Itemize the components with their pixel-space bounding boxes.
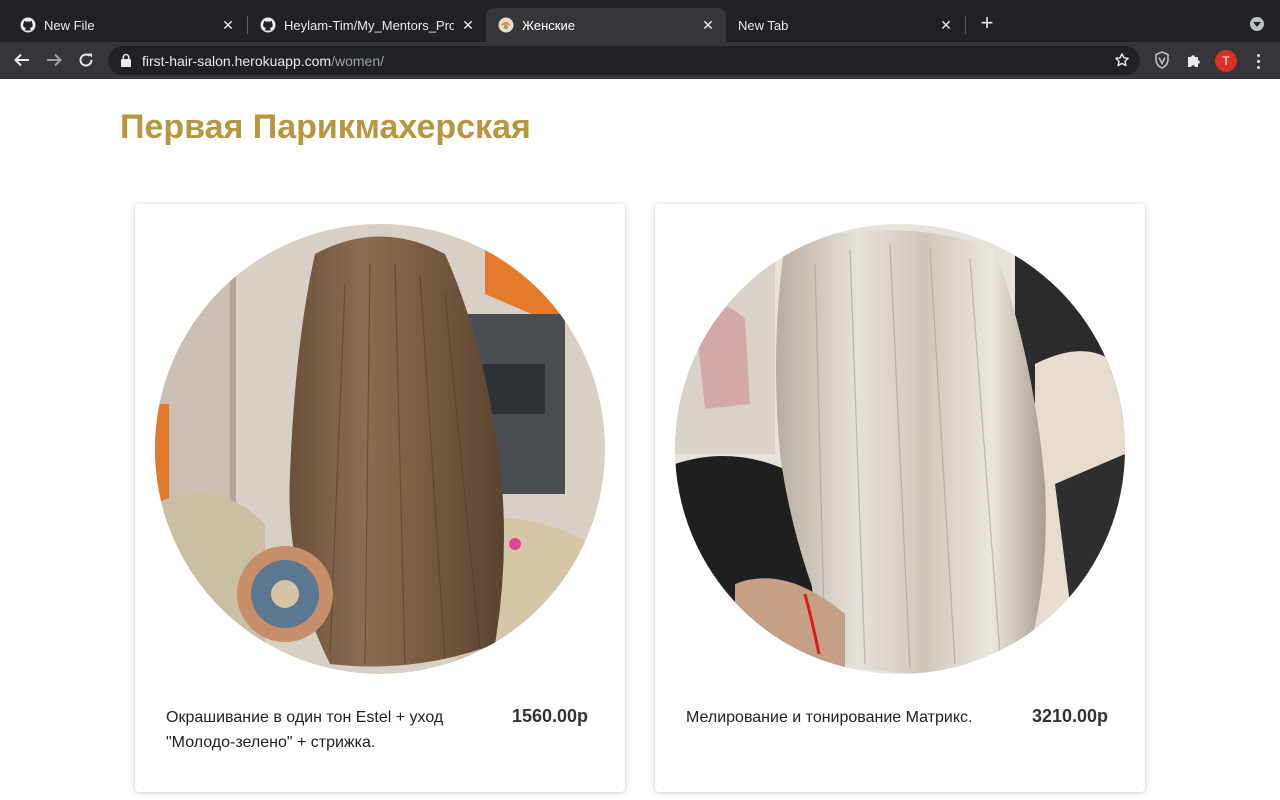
url-path: /women/ xyxy=(331,53,385,69)
back-arrow-icon xyxy=(14,53,29,67)
service-description: Мелирование и тонирование Матрикс. xyxy=(686,709,973,726)
service-price: 3210.00р xyxy=(1031,706,1108,726)
service-card[interactable]: Окрашивание в один тон Estel + уход "Мол… xyxy=(135,204,625,792)
site-title[interactable]: Первая Парикмахерская xyxy=(120,108,531,147)
tab-women-services[interactable]: Женские ✕ xyxy=(486,8,726,42)
browser-toolbar: first-hair-salon.herokuapp.com/women/ T xyxy=(0,42,1280,79)
close-tab-icon[interactable]: ✕ xyxy=(460,17,476,33)
tab-new-tab[interactable]: New Tab ✕ xyxy=(726,8,964,42)
service-description: Окрашивание в один тон Estel + уход "Мол… xyxy=(166,709,444,751)
tab-title: New File xyxy=(44,17,95,33)
github-icon xyxy=(260,17,276,33)
close-tab-icon[interactable]: ✕ xyxy=(220,17,236,33)
new-tab-button[interactable]: + xyxy=(976,12,998,35)
tab-heylam-mentors[interactable]: Heylam-Tim/My_Mentors_Proje ✕ xyxy=(248,8,486,42)
shield-extension-icon[interactable] xyxy=(1151,49,1173,71)
lock-icon xyxy=(120,53,132,72)
close-tab-icon[interactable]: ✕ xyxy=(700,17,716,33)
profile-avatar[interactable]: T xyxy=(1215,50,1237,72)
back-button[interactable] xyxy=(10,48,34,72)
tab-title: Женские xyxy=(522,17,575,33)
url-host: first-hair-salon.herokuapp.com xyxy=(142,53,332,69)
forward-arrow-icon xyxy=(47,53,62,67)
salon-favicon-icon xyxy=(498,17,514,33)
github-icon xyxy=(20,17,36,33)
reload-icon xyxy=(79,53,93,67)
url-text: first-hair-salon.herokuapp.com/women/ xyxy=(142,53,384,69)
service-card[interactable]: Мелирование и тонирование Матрикс. 3210.… xyxy=(655,204,1145,792)
tab-title: Heylam-Tim/My_Mentors_Proje xyxy=(284,17,454,33)
service-price: 1560.00р xyxy=(511,706,588,726)
tab-search-icon[interactable] xyxy=(1250,17,1264,31)
forward-button[interactable] xyxy=(42,48,66,72)
reload-button[interactable] xyxy=(74,48,98,72)
extensions-puzzle-icon[interactable] xyxy=(1183,49,1205,71)
tab-separator xyxy=(965,16,966,34)
blonde-highlighted-hair-photo xyxy=(675,224,1125,674)
browser-menu-icon[interactable] xyxy=(1250,50,1266,72)
close-tab-icon[interactable]: ✕ xyxy=(938,17,954,33)
tab-new-file[interactable]: New File ✕ xyxy=(8,8,246,42)
bookmark-star-icon[interactable] xyxy=(1114,52,1130,73)
brown-straight-hair-photo xyxy=(155,224,605,674)
address-bar[interactable]: first-hair-salon.herokuapp.com/women/ xyxy=(108,46,1140,75)
tab-strip: New File ✕ Heylam-Tim/My_Mentors_Proje ✕… xyxy=(0,0,1280,42)
tab-title: New Tab xyxy=(738,17,789,33)
